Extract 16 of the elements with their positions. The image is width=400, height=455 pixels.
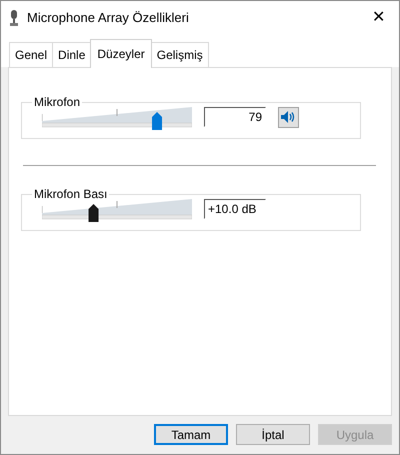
- close-button[interactable]: ✕: [366, 6, 391, 30]
- value-field[interactable]: +10.0 dB: [204, 199, 266, 219]
- mute-button[interactable]: [278, 106, 299, 128]
- window-title: Microphone Array Özellikleri: [27, 9, 190, 28]
- dialog-button[interactable]: İptal: [236, 424, 310, 445]
- group-label: Mikrofon: [33, 96, 82, 108]
- value-field[interactable]: 79: [204, 107, 266, 127]
- speaker-icon: [281, 111, 296, 123]
- group-label: Mikrofon Bası: [33, 188, 108, 200]
- tab[interactable]: Düzeyler: [90, 39, 152, 68]
- dialog-button[interactable]: Tamam: [154, 424, 228, 445]
- tab[interactable]: Genel: [9, 42, 54, 67]
- slider-thumb[interactable]: [88, 204, 99, 222]
- tab[interactable]: Gelişmiş: [150, 42, 209, 67]
- microphone-icon: [9, 10, 19, 26]
- slider-thumb[interactable]: [152, 112, 162, 130]
